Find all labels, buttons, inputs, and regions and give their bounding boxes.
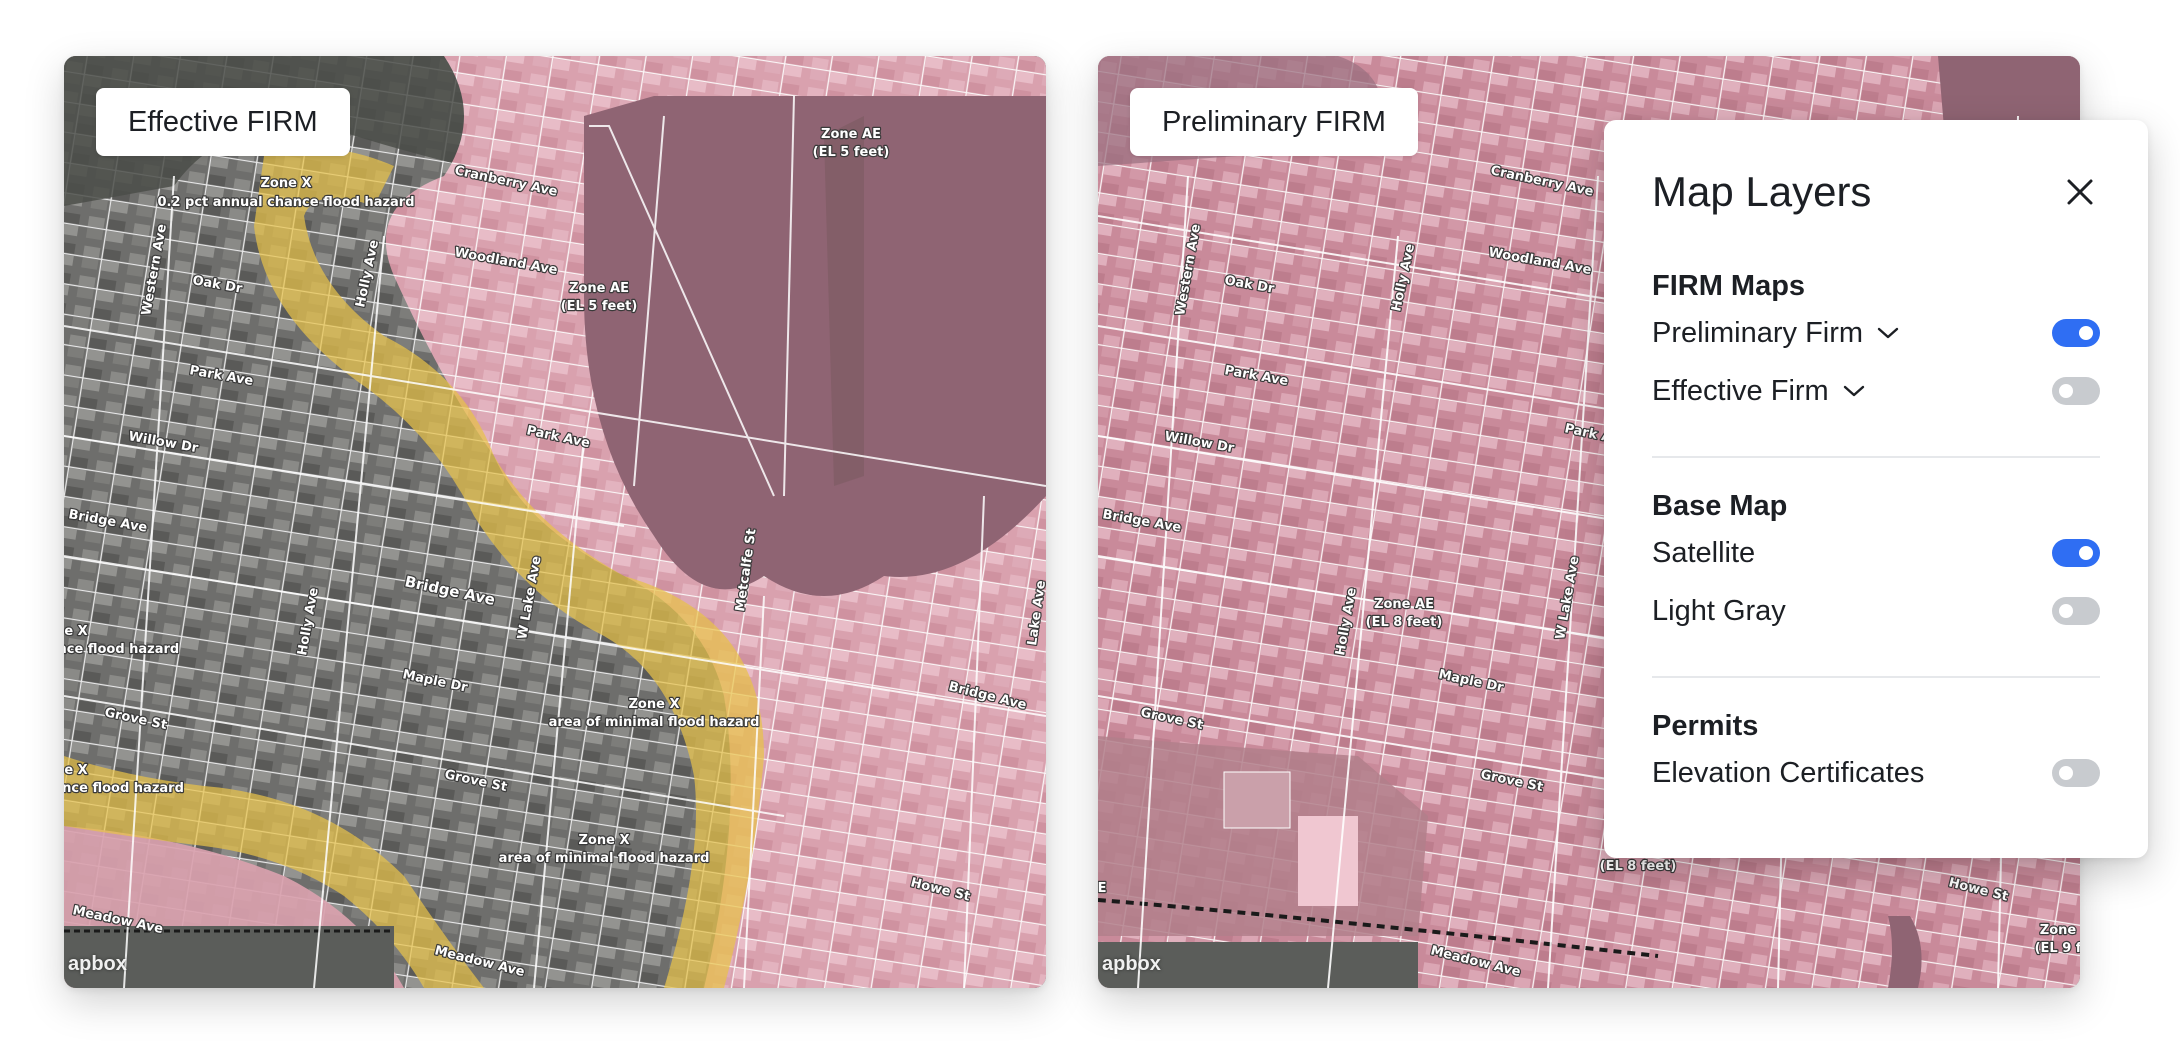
mapbox-attribution[interactable]: apbox [1102, 953, 1161, 976]
effective-firm-map-canvas[interactable]: Zone X 0.2 pct annual chance flood hazar… [64, 56, 1046, 988]
map-label: (EL 8 feet) [1366, 615, 1443, 630]
map-label: Zone X [261, 176, 312, 191]
layer-row-satellite: Satellite [1652, 524, 2100, 582]
section-heading-firm-maps: FIRM Maps [1652, 270, 1806, 302]
toggle-light-gray[interactable] [2052, 597, 2100, 625]
panel-title: Map Layers [1652, 168, 1872, 215]
map-label: 0.2 pct annual chance flood hazard [157, 195, 414, 210]
toggle-effective-firm[interactable] [2052, 377, 2100, 405]
layer-label: Satellite [1652, 536, 1756, 569]
map-label: e X [64, 624, 87, 639]
map-label: area of minimal flood hazard [549, 715, 760, 730]
map-label: Zone [2040, 923, 2077, 938]
map-label: hance flood hazard [64, 781, 184, 796]
map-label: Zone AE [569, 281, 629, 296]
toggle-elevation-certificates[interactable] [2052, 759, 2100, 787]
map-label: E [1098, 881, 1106, 896]
map-label: (EL 5 feet) [561, 299, 638, 314]
close-icon[interactable] [2060, 172, 2100, 212]
map-label: Zone AE [1374, 597, 1434, 612]
map-label: (EL 9 f [2035, 941, 2080, 956]
section-heading-base-map: Base Map [1652, 490, 1788, 522]
layer-row-preliminary-firm: Preliminary Firm [1652, 304, 2100, 362]
layer-row-elevation-certificates: Elevation Certificates [1652, 744, 2100, 802]
layer-row-effective-firm: Effective Firm [1652, 362, 2100, 420]
effective-firm-map[interactable]: Zone X 0.2 pct annual chance flood hazar… [64, 56, 1046, 988]
layer-label: Light Gray [1652, 594, 1786, 627]
layer-label: Effective Firm [1652, 374, 1829, 407]
chevron-down-icon[interactable] [1877, 326, 1899, 340]
layer-label: Preliminary Firm [1652, 316, 1864, 349]
chevron-down-icon[interactable] [1843, 384, 1865, 398]
map-label: area of minimal flood hazard [499, 851, 710, 866]
map-label: e X [64, 763, 87, 778]
panel-header: Map Layers [1652, 120, 2100, 268]
map-label: Zone X [579, 833, 630, 848]
layer-row-light-gray: Light Gray [1652, 582, 2100, 640]
toggle-satellite[interactable] [2052, 539, 2100, 567]
map-label: Zone X [629, 697, 680, 712]
mapbox-attribution[interactable]: apbox [68, 953, 127, 976]
section-divider [1652, 456, 2100, 458]
map-label: (EL 5 feet) [813, 145, 890, 160]
layer-label: Elevation Certificates [1652, 756, 1925, 789]
map-title: Preliminary FIRM [1130, 88, 1418, 156]
map-label: (EL 8 feet) [1600, 859, 1677, 874]
map-title: Effective FIRM [96, 88, 350, 156]
toggle-preliminary-firm[interactable] [2052, 319, 2100, 347]
map-label: ance flood hazard [64, 642, 179, 657]
map-layers-panel: Map Layers FIRM Maps Preliminary Firm Ef… [1604, 120, 2148, 858]
section-divider [1652, 676, 2100, 678]
map-label: Zone AE [821, 127, 881, 142]
section-heading-permits: Permits [1652, 710, 1759, 742]
